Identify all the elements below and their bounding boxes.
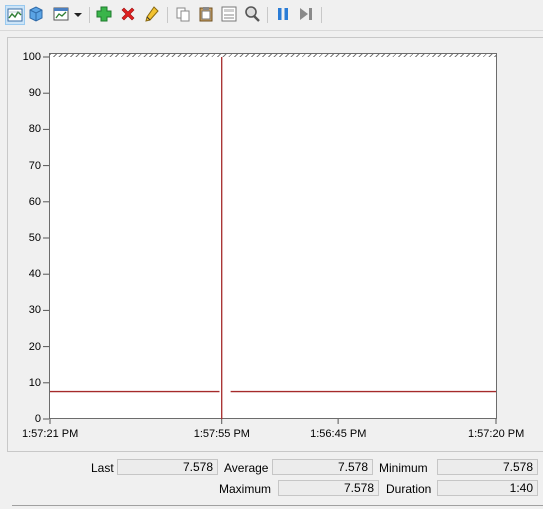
bottom-divider [12,505,543,506]
minimum-label: Minimum [379,461,428,475]
maximum-value-box: 7.578 [278,480,379,496]
minimum-value-box: 7.578 [437,459,538,475]
average-label: Average [224,461,269,475]
average-value-box: 7.578 [272,459,373,475]
duration-label: Duration [386,482,432,496]
maximum-label: Maximum [219,482,272,496]
last-value-box: 7.578 [117,459,218,475]
duration-value-box: 1:40 [437,480,538,496]
chart-canvas [43,56,497,424]
x-tick-label: 1:57:21 PM [22,428,79,440]
x-tick-label: 1:56:45 PM [310,428,367,440]
x-tick-label: 1:57:20 PM [468,428,525,440]
last-label: Last [91,461,114,475]
x-tick-label: 1:57:55 PM [193,428,250,440]
